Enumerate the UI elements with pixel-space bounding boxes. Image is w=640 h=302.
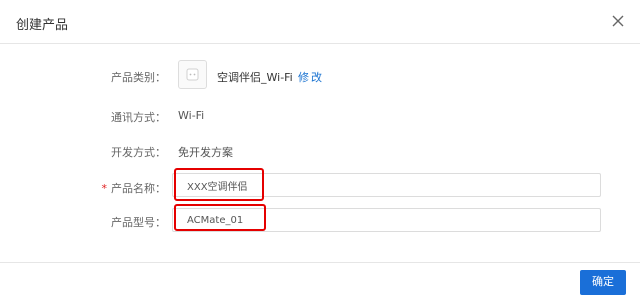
product-name-label: * 产品名称： <box>12 180 167 196</box>
product-name-input[interactable] <box>173 174 600 196</box>
modify-link[interactable]: 修改 <box>298 69 324 85</box>
dialog-body: 产品类别： 空调伴侣_Wi-Fi 修改 通讯方式： Wi-Fi 开发方式： 免开… <box>0 44 640 262</box>
comm-method-value: Wi-Fi <box>178 109 205 122</box>
product-category-value: 空调伴侣_Wi-Fi <box>217 71 293 84</box>
confirm-button[interactable]: 确定 <box>580 270 626 295</box>
dialog-header: 创建产品 <box>0 0 640 44</box>
product-model-field[interactable] <box>172 208 601 232</box>
dialog-footer: 确定 <box>0 262 640 302</box>
dev-method-value: 免开发方案 <box>178 146 233 159</box>
product-name-label-text: 产品名称： <box>111 182 166 195</box>
create-product-dialog: 创建产品 产品类别： 空调伴侣_Wi-Fi 修改 通讯方式： Wi-Fi 开发方… <box>0 0 640 302</box>
product-category-label: 产品类别： <box>111 71 166 84</box>
comm-method-label: 通讯方式： <box>111 111 166 124</box>
product-model-label: 产品型号： <box>111 216 166 229</box>
close-icon[interactable] <box>610 13 626 29</box>
product-name-field[interactable] <box>172 173 601 197</box>
dialog-title: 创建产品 <box>16 18 69 33</box>
dev-method-label: 开发方式： <box>111 146 166 159</box>
product-model-input[interactable] <box>173 209 600 231</box>
smart-plug-icon <box>178 60 207 89</box>
required-mark: * <box>101 182 108 195</box>
